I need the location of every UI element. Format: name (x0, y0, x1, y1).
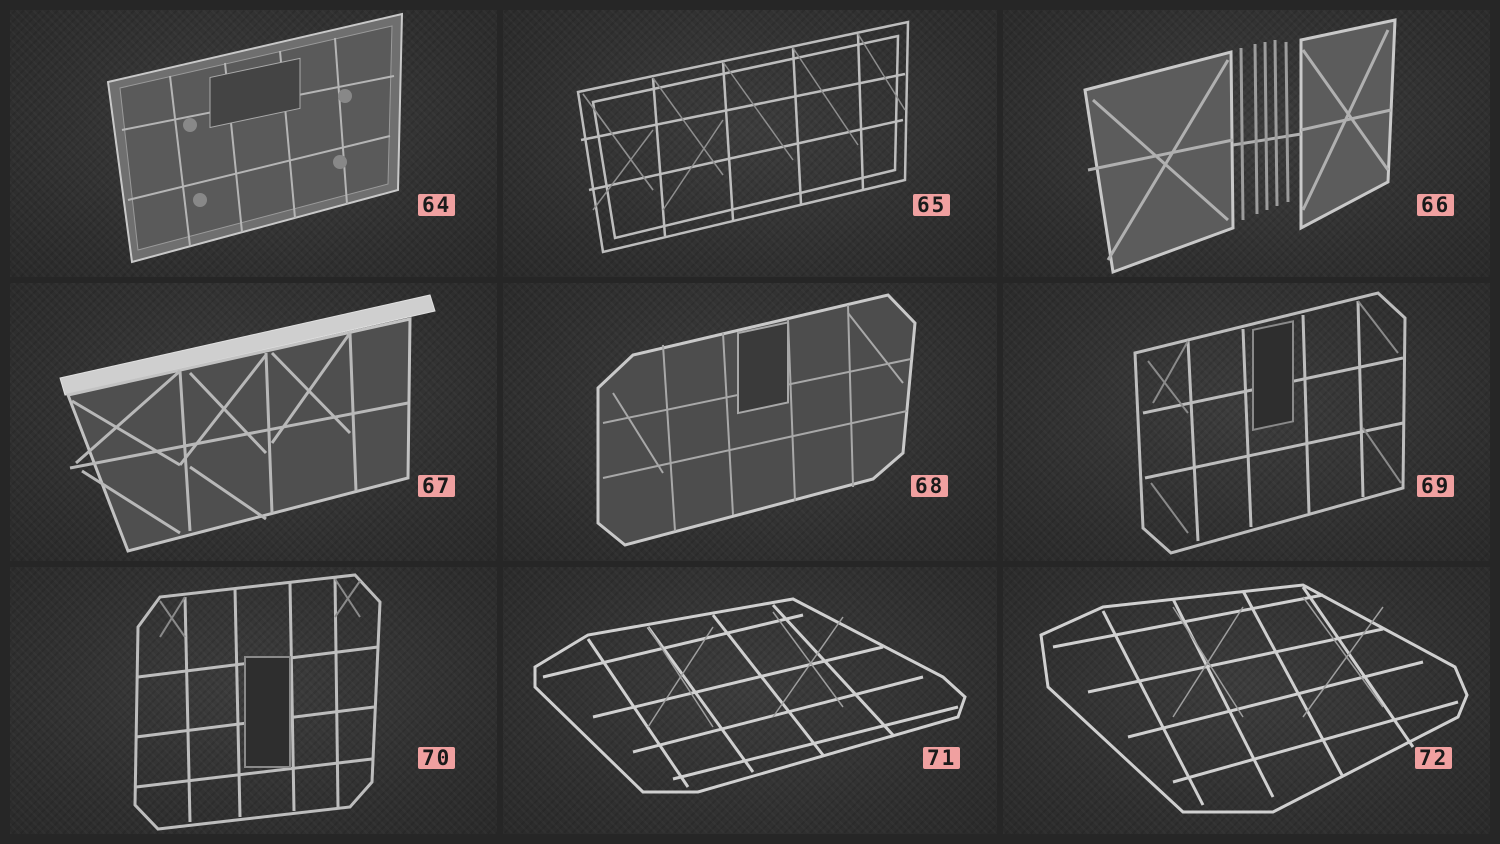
item-number-badge: 64 (418, 194, 456, 216)
item-number-badge: 70 (418, 747, 456, 769)
item-number-badge: 65 (913, 194, 951, 216)
item-number-badge: 69 (1417, 475, 1455, 497)
gallery-grid: 64 65 66 67 68 69 70 71 72 (0, 0, 1500, 844)
floor-truss-71-illustration (533, 597, 967, 794)
item-number-badge: 68 (911, 475, 949, 497)
tile-64: 64 (10, 10, 497, 277)
truss-frame-65-illustration (576, 20, 910, 254)
frame-panel-67-illustration (59, 294, 436, 553)
box-truss-69-illustration (1133, 291, 1407, 555)
tile-66: 66 (1003, 10, 1490, 277)
item-number-badge: 66 (1417, 194, 1455, 216)
tile-69: 69 (1003, 283, 1490, 561)
tile-68: 68 (503, 283, 997, 561)
item-number-badge: 72 (1415, 747, 1453, 769)
tile-70: 70 (10, 567, 497, 834)
double-door-panel-66-illustration (1083, 18, 1397, 275)
item-number-badge: 67 (418, 475, 456, 497)
tile-72: 72 (1003, 567, 1490, 834)
cage-frame-70-illustration (133, 573, 382, 831)
wall-panel-64-illustration (106, 12, 404, 264)
tile-71: 71 (503, 567, 997, 834)
tile-67: 67 (10, 283, 497, 561)
tile-65: 65 (503, 10, 997, 277)
item-number-badge: 71 (923, 747, 961, 769)
octagonal-frame-68-illustration (596, 293, 917, 547)
floor-truss-72-illustration (1039, 583, 1469, 814)
